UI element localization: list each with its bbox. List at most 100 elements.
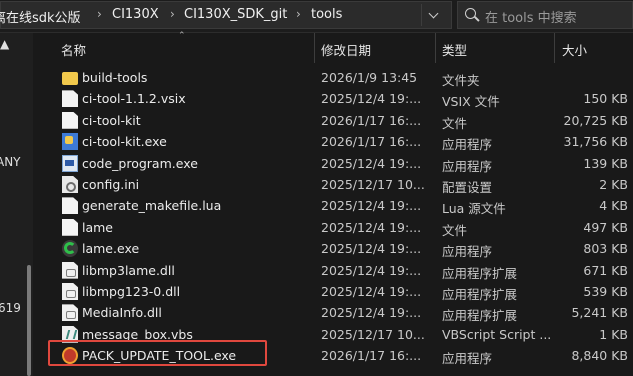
file-date: 2025/12/4 19:... (321, 262, 422, 278)
file-row[interactable]: ci-tool-kit.exe 2026/1/17 16:... 应用程序 31… (46, 131, 633, 152)
file-row[interactable]: libmpg123-0.dll 2025/12/4 19:... 应用程序扩展 … (46, 281, 633, 302)
file-date: 2025/12/4 19:... (321, 305, 422, 321)
file-name: lame.exe (82, 241, 140, 257)
file-size: 1 KB (599, 326, 628, 342)
navigation-pane[interactable]: ▲ ANY 619 (0, 33, 33, 376)
file-date: 2025/12/17 10... (321, 326, 425, 342)
file-row[interactable]: config.ini 2025/12/17 10... 配置设置 2 KB (46, 174, 633, 195)
dll-icon (62, 283, 78, 300)
column-header-name[interactable]: 名称 (61, 40, 86, 59)
file-name: libmpg123-0.dll (82, 284, 181, 299)
file-date: 2025/12/4 19:... (321, 241, 422, 257)
file-name: ci-tool-1.1.2.vsix (82, 91, 186, 107)
document-icon (62, 90, 78, 108)
file-size: 803 KB (583, 241, 628, 257)
search-box[interactable]: 在 tools 中搜索 (457, 1, 633, 29)
address-history-dropdown-icon[interactable] (421, 4, 448, 26)
file-name: lame (82, 219, 113, 235)
file-type: 文件 (442, 222, 468, 238)
document-icon (62, 197, 78, 215)
lame-app-icon (62, 240, 78, 258)
breadcrumb-separator-icon[interactable]: › (97, 7, 102, 21)
file-date: 2025/12/4 19:... (321, 155, 422, 171)
file-date: 2025/12/4 19:... (321, 219, 422, 235)
column-divider[interactable] (554, 33, 555, 63)
file-type: VSIX 文件 (442, 94, 500, 110)
file-type: 应用程序 (442, 137, 493, 153)
file-row[interactable]: lame 2025/12/4 19:... 文件 497 KB (46, 217, 633, 238)
file-row[interactable]: MediaInfo.dll 2025/12/4 19:... 应用程序扩展 5,… (46, 302, 633, 323)
breadcrumb-separator-icon[interactable]: › (170, 7, 175, 21)
sort-chevron-icon: ⌃ (178, 31, 186, 41)
dll-icon (62, 261, 78, 279)
file-size: 20,725 KB (563, 112, 628, 128)
file-type: 应用程序 (442, 244, 493, 260)
address-bar: 离在线sdk公版 › CI130X › CI130X_SDK_git › too… (0, 0, 633, 33)
file-row[interactable]: ci-tool-kit 2026/1/17 16:... 文件 20,725 K… (46, 110, 633, 131)
scroll-up-arrow-icon[interactable]: ▲ (0, 37, 9, 51)
document-icon (62, 218, 78, 236)
column-header-date[interactable]: 修改日期 (321, 40, 371, 59)
column-divider[interactable] (435, 33, 436, 63)
file-name: ci-tool-kit.exe (82, 134, 167, 150)
search-placeholder[interactable]: 在 tools 中搜索 (485, 7, 577, 26)
file-size: 2 KB (599, 177, 628, 192)
file-name: libmp3lame.dll (82, 262, 175, 278)
file-name: MediaInfo.dll (82, 305, 162, 321)
breadcrumb-item-ci130x[interactable]: CI130X (112, 7, 159, 22)
file-type: 文件夹 (442, 73, 480, 88)
file-date: 2025/12/17 10... (321, 177, 425, 192)
breadcrumb-separator-icon[interactable]: › (296, 7, 301, 21)
program-exe-icon (62, 154, 78, 172)
file-size: 671 KB (583, 262, 628, 278)
column-header-type[interactable]: 类型 (442, 40, 467, 59)
file-size: 150 KB (583, 91, 628, 107)
highlight-annotation-box (48, 340, 267, 366)
file-date: 2026/1/17 16:... (321, 134, 422, 150)
file-row[interactable]: libmp3lame.dll 2025/12/4 19:... 应用程序扩展 6… (46, 260, 633, 281)
search-icon (465, 8, 476, 19)
file-date: 2025/12/4 19:... (321, 198, 422, 214)
navigation-scrollbar[interactable] (27, 265, 31, 376)
file-name: code_program.exe (82, 155, 198, 171)
file-size: 8,840 KB (571, 348, 628, 364)
file-type: 应用程序扩展 (442, 265, 518, 281)
file-name: generate_makefile.lua (82, 198, 222, 214)
file-type: 应用程序扩展 (442, 287, 518, 302)
file-size: 539 KB (583, 284, 628, 299)
breadcrumb[interactable]: 离在线sdk公版 › CI130X › CI130X_SDK_git › too… (0, 1, 452, 29)
file-list: ⌃ 名称 修改日期 类型 大小 build-tools 2026/1/9 13:… (46, 31, 633, 376)
nav-item-fragment[interactable]: ANY (0, 155, 21, 169)
breadcrumb-item-tools[interactable]: tools (311, 7, 342, 22)
python-exe-icon (62, 133, 78, 151)
file-row[interactable]: generate_makefile.lua 2025/12/4 19:... L… (46, 195, 633, 216)
file-date: 2026/1/17 16:... (321, 348, 422, 364)
file-date: 2026/1/9 13:45 (321, 70, 418, 85)
column-divider[interactable] (314, 33, 315, 63)
column-header-size[interactable]: 大小 (562, 40, 587, 59)
file-type: 文件 (442, 115, 468, 131)
file-name: config.ini (82, 177, 140, 192)
file-size: 5,241 KB (571, 305, 628, 321)
document-icon (62, 111, 78, 129)
file-type: VBScript Script ... (442, 326, 552, 342)
file-type: 应用程序 (442, 158, 493, 174)
folder-icon (62, 72, 78, 85)
file-row[interactable]: build-tools 2026/1/9 13:45 文件夹 (46, 67, 633, 88)
breadcrumb-item-sdk-git[interactable]: CI130X_SDK_git (184, 7, 287, 22)
file-name: build-tools (82, 70, 148, 85)
file-row[interactable]: ci-tool-1.1.2.vsix 2025/12/4 19:... VSIX… (46, 88, 633, 109)
file-name: ci-tool-kit (82, 112, 141, 128)
file-row[interactable]: lame.exe 2025/12/4 19:... 应用程序 803 KB (46, 238, 633, 259)
file-size: 4 KB (599, 198, 628, 214)
file-date: 2026/1/17 16:... (321, 112, 422, 128)
breadcrumb-item-sdk[interactable]: 离在线sdk公版 (0, 7, 81, 26)
dll-icon (62, 304, 78, 322)
nav-item-fragment[interactable]: 619 (0, 301, 21, 315)
file-size: 31,756 KB (563, 134, 628, 150)
file-size: 139 KB (583, 155, 628, 171)
file-date: 2025/12/4 19:... (321, 91, 422, 107)
settings-file-icon (62, 176, 78, 193)
file-row[interactable]: code_program.exe 2025/12/4 19:... 应用程序 1… (46, 153, 633, 174)
file-size: 497 KB (583, 219, 628, 235)
